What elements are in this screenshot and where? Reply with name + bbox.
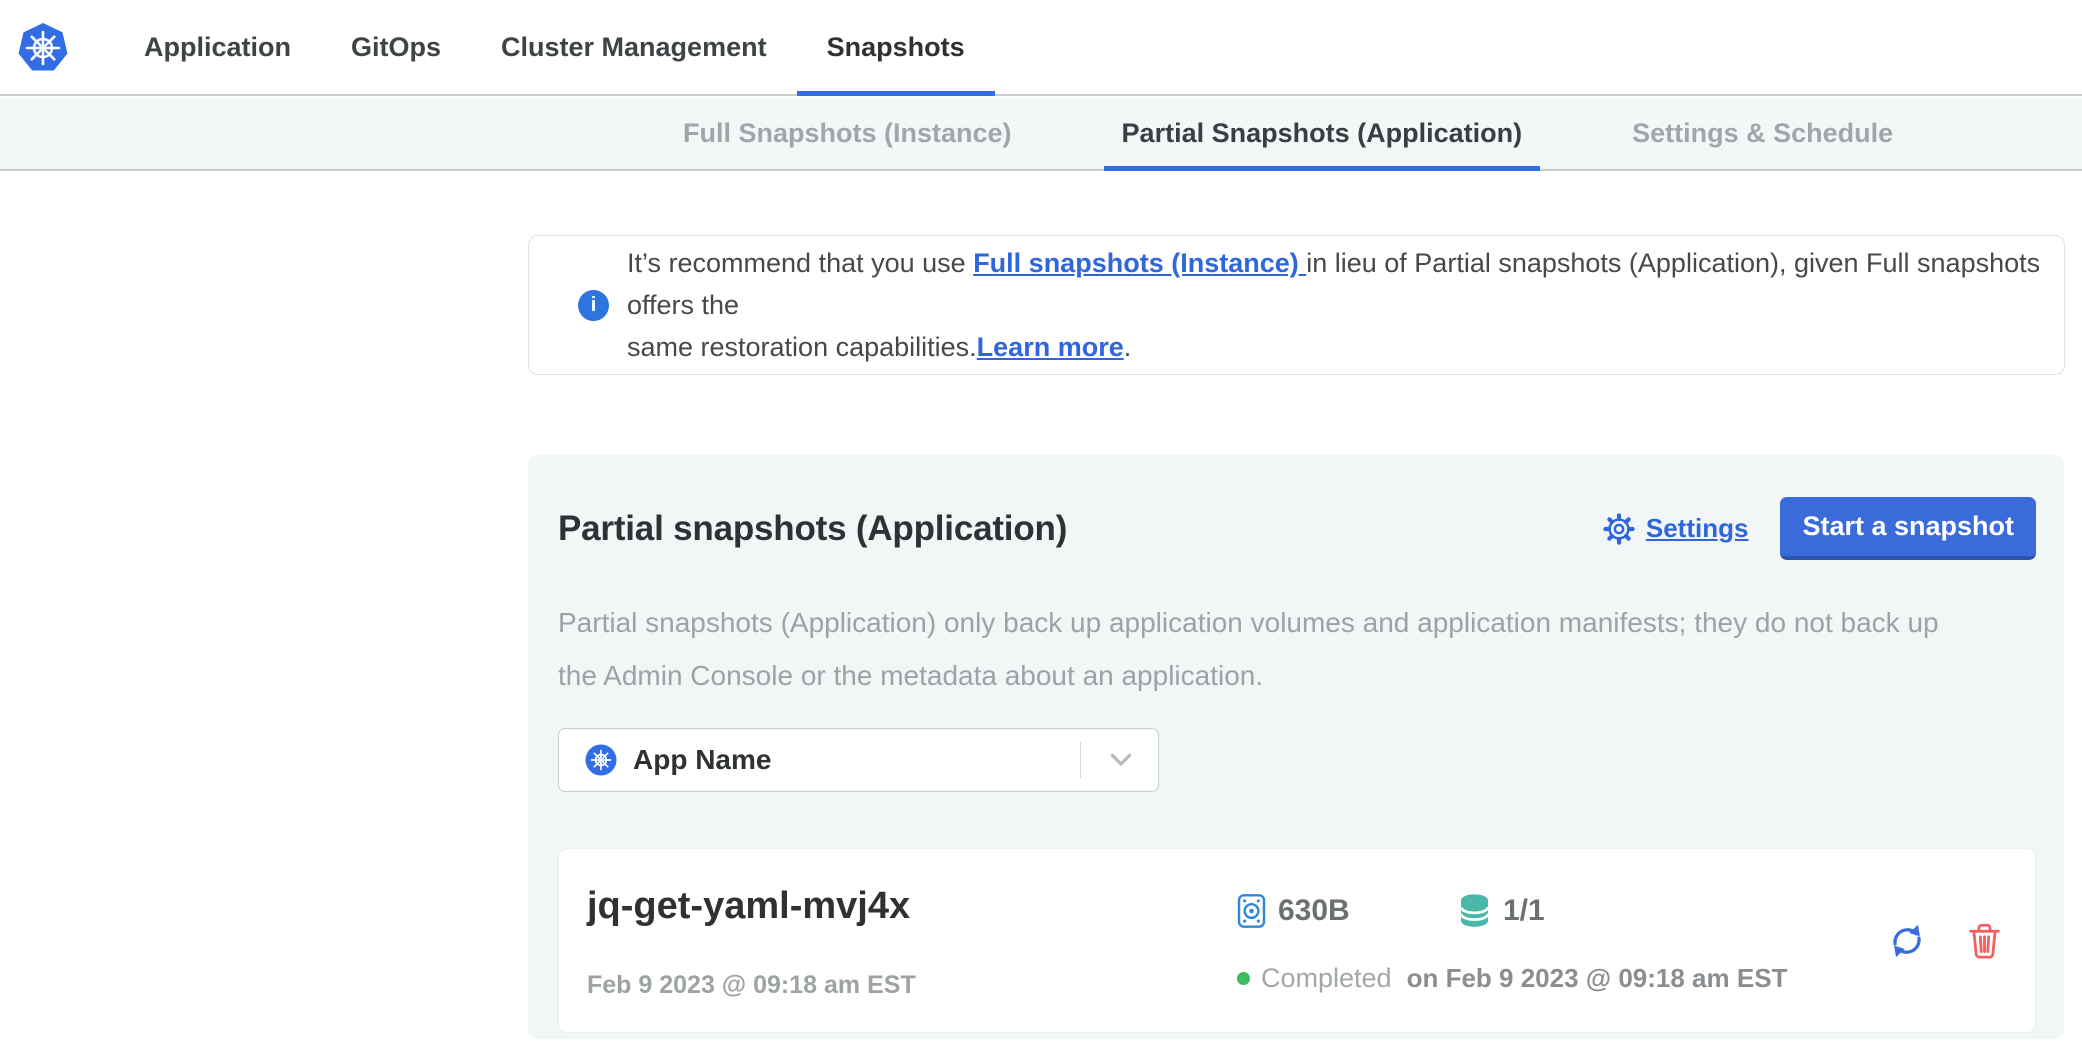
banner-text-segment: It’s recommend that you use [627, 248, 973, 278]
app-icon [585, 744, 617, 776]
banner-text-segment: . [1124, 332, 1132, 362]
gear-icon [1602, 512, 1636, 546]
nav-item-gitops[interactable]: GitOps [351, 0, 441, 94]
app-root: Application GitOps Cluster Management Sn… [0, 0, 2082, 1056]
delete-snapshot-button[interactable] [1966, 920, 2003, 961]
status-dot-icon [1237, 972, 1250, 985]
snapshot-actions [1886, 920, 2003, 962]
full-snapshots-link[interactable]: Full snapshots (Instance) [973, 248, 1306, 278]
learn-more-link[interactable]: Learn more [977, 332, 1124, 362]
snapshot-size: 630B [1237, 893, 1350, 929]
snapshot-name: jq-get-yaml-mvj4x [587, 885, 910, 928]
status-label: Completed [1261, 963, 1392, 994]
panel-description-line: the Admin Console or the metadata about … [558, 649, 2036, 702]
banner-line-2: same restoration capabilities.Learn more… [627, 326, 2064, 368]
trash-icon [1966, 920, 2003, 961]
banner-text: It’s recommend that you use Full snapsho… [627, 242, 2064, 368]
nav-item-snapshots[interactable]: Snapshots [797, 0, 995, 94]
tab-partial-snapshots[interactable]: Partial Snapshots (Application) [1104, 98, 1541, 169]
top-nav: Application GitOps Cluster Management Sn… [0, 0, 2082, 96]
panel-header-actions: Settings Start a snapshot [1602, 497, 2036, 560]
partial-snapshots-panel: Partial snapshots (Application) [528, 455, 2064, 1039]
panel-description: Partial snapshots (Application) only bac… [558, 596, 2036, 702]
app-selector-dropdown[interactable]: App Name [558, 728, 1159, 792]
tab-settings-schedule[interactable]: Settings & Schedule [1614, 98, 1911, 169]
app-selector-value: App Name [633, 744, 771, 776]
snapshots-sub-nav: Full Snapshots (Instance) Partial Snapsh… [0, 98, 2082, 171]
banner-text-segment: same restoration capabilities. [627, 332, 977, 362]
start-snapshot-button[interactable]: Start a snapshot [1780, 497, 2036, 560]
primary-nav: Application GitOps Cluster Management Sn… [144, 0, 965, 94]
kubernetes-logo-icon [17, 22, 69, 74]
snapshot-settings-link[interactable]: Settings [1602, 512, 1749, 546]
sub-nav-tabs: Full Snapshots (Instance) Partial Snapsh… [665, 98, 1911, 169]
nav-item-cluster-management[interactable]: Cluster Management [501, 0, 767, 94]
volumes-database-icon [1458, 893, 1491, 929]
snapshot-status: Completed on Feb 9 2023 @ 09:18 am EST [1237, 963, 1787, 994]
status-finished-time: on Feb 9 2023 @ 09:18 am EST [1407, 963, 1788, 994]
restore-snapshot-button[interactable] [1886, 920, 1928, 962]
chevron-down-icon [1110, 753, 1132, 767]
snapshot-volumes-value: 1/1 [1503, 894, 1545, 928]
snapshot-row: jq-get-yaml-mvj4x Feb 9 2023 @ 09:18 am … [558, 848, 2036, 1033]
banner-line-1: It’s recommend that you use Full snapsho… [627, 242, 2064, 326]
restore-icon [1886, 920, 1928, 962]
snapshot-created-date: Feb 9 2023 @ 09:18 am EST [587, 971, 916, 1000]
panel-description-line: Partial snapshots (Application) only bac… [558, 596, 2036, 649]
selector-divider [1080, 742, 1081, 778]
settings-link-label: Settings [1646, 513, 1749, 544]
page-title: Partial snapshots (Application) [558, 509, 1067, 549]
info-banner: i It’s recommend that you use Full snaps… [528, 235, 2065, 375]
snapshot-size-value: 630B [1278, 894, 1350, 928]
nav-item-application[interactable]: Application [144, 0, 291, 94]
tab-full-snapshots[interactable]: Full Snapshots (Instance) [665, 98, 1030, 169]
snapshot-meta: 630B 1/1 Completed [1237, 849, 1857, 1032]
info-icon: i [578, 290, 609, 321]
panel-header: Partial snapshots (Application) [558, 497, 2036, 560]
snapshot-volumes: 1/1 [1458, 893, 1545, 929]
disk-size-icon [1237, 893, 1266, 929]
